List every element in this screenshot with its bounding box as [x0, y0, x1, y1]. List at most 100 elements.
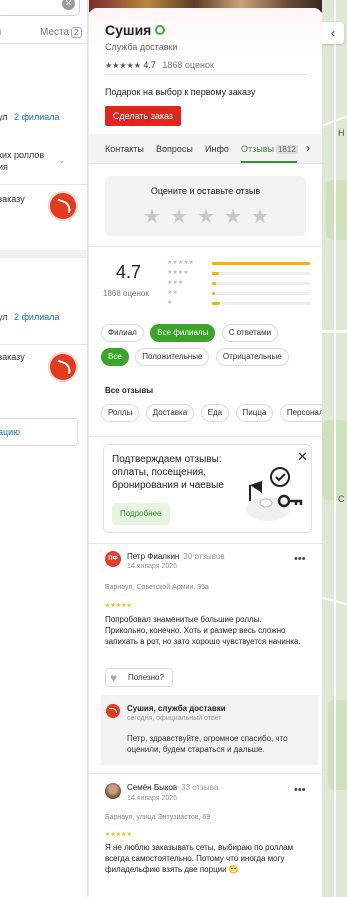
results-tabs: ы Места2	[0, 22, 87, 44]
filter-all[interactable]: Все	[101, 348, 129, 366]
result-2-branches-link[interactable]: 2 филиала	[14, 312, 59, 322]
result-1-desc-2: ия	[0, 162, 8, 172]
summary-count: 1868 оценок	[103, 289, 149, 298]
result-1-address: ул	[0, 112, 8, 122]
divider	[105, 74, 308, 75]
verified-illustration-icon	[246, 467, 303, 521]
branch-filter: Филиал Все филиалы С ответами	[101, 324, 280, 342]
answer-meta: сегодня, официальный ответ	[127, 715, 222, 722]
divider	[89, 246, 322, 247]
collapse-panel-button[interactable]: ‹	[322, 22, 344, 44]
rating-bar-row: ★★	[167, 289, 313, 299]
results-tab-all[interactable]: ы	[0, 27, 1, 38]
reviewer-avatar[interactable]: ПФ	[105, 551, 121, 567]
divider	[0, 250, 87, 258]
result-2-address: ул	[0, 312, 8, 322]
results-tab-places[interactable]: Места 2	[40, 27, 82, 38]
chevron-right-icon[interactable]: ›	[306, 141, 310, 155]
tab-info[interactable]: Инфо	[205, 144, 229, 154]
tab-contacts[interactable]: Контакты	[105, 144, 144, 154]
review-stars: ★★★★★	[105, 603, 132, 609]
org-rating[interactable]: ★★★★★ 4.7 1868 оценок	[105, 60, 214, 70]
rating-bar-row: ★	[167, 299, 313, 309]
filter-positive[interactable]: Положительные	[135, 348, 210, 366]
app-root: ✕ ы Места2 ул 2 филиала ких роллов ия ⌄ …	[0, 0, 347, 897]
promo-text: Подтверждаем отзывы: оплаты, посещения, …	[112, 454, 224, 491]
official-answer: Сушия, служба доставки сегодня, официаль…	[101, 695, 318, 765]
review-date: 14 января 2026	[127, 563, 178, 570]
verified-icon	[155, 25, 166, 35]
rating-bar-stars: ★★★★★	[167, 260, 194, 266]
topic-chip[interactable]: Доставка	[145, 404, 195, 422]
topic-chip[interactable]: Персонал	[279, 404, 322, 422]
rating-distribution: ★★★★★ ★★★★ ★★★ ★★ ★	[167, 259, 313, 309]
heart-icon: ♥	[110, 671, 118, 685]
reviewer-name[interactable]: Семён Быков 33 отзыва	[127, 783, 218, 792]
map-label: С	[338, 494, 345, 504]
rating-bar-fill	[212, 262, 310, 265]
topic-chip[interactable]: Пицца	[235, 404, 274, 422]
rate-prompt: Оцените и оставьте отзыв ★ ★ ★ ★ ★	[105, 176, 306, 236]
useful-label: Полезно?	[128, 673, 164, 682]
answer-author: Сушия, служба доставки	[127, 704, 226, 713]
map-view[interactable]: Н С	[322, 0, 347, 897]
result-2-logo[interactable]	[50, 354, 76, 380]
rating-bar-stars: ★★	[167, 290, 178, 296]
tab-questions[interactable]: Вопросы	[156, 144, 193, 154]
reviewer-review-count: 30 отзывов	[183, 552, 225, 561]
topic-chip[interactable]: Роллы	[101, 404, 140, 422]
divider	[89, 543, 322, 544]
filter-negative[interactable]: Отрицательные	[215, 348, 289, 366]
summary-rating: 4.7	[116, 262, 142, 282]
active-tab-indicator	[241, 161, 297, 163]
star-icon[interactable]: ★	[197, 204, 215, 229]
map-park	[328, 700, 347, 790]
rating-count: 1868 оценок	[162, 60, 214, 70]
filter-with-answers[interactable]: С ответами	[221, 324, 279, 342]
all-reviews-heading: Все отзывы	[105, 386, 154, 395]
star-icon[interactable]: ★	[143, 204, 161, 229]
star-icon[interactable]: ★	[170, 204, 188, 229]
review-date: 14 января 2026	[127, 795, 178, 802]
rating-bar-track	[212, 292, 311, 295]
org-category: Служба доставки	[105, 42, 178, 52]
card-tabs: Контакты Вопросы Инфо Отзывы 1812 ›	[89, 134, 322, 164]
divider	[0, 184, 87, 185]
org-title-text: Сушия	[105, 22, 152, 38]
review-text: Попробовал знаменитые большие роллы. При…	[105, 615, 301, 646]
make-order-button[interactable]: Сделать заказ	[105, 106, 181, 126]
rating-bar-row: ★★★	[167, 279, 313, 289]
tab-reviews-label: Отзывы	[241, 144, 274, 154]
tab-reviews-count: 1812	[275, 145, 298, 154]
rating-bar-row: ★★★★★	[167, 259, 313, 269]
result-1-branches-link[interactable]: 2 филиала	[14, 112, 59, 122]
topic-chip[interactable]: Еда	[200, 404, 230, 422]
promo-gift: Подарок на выбор к первому заказу	[105, 87, 256, 97]
result-1-logo[interactable]	[50, 193, 76, 219]
chevron-down-icon[interactable]: ⌄	[58, 155, 66, 166]
filter-branch[interactable]: Филиал	[101, 324, 144, 342]
star-icon[interactable]: ★	[251, 204, 269, 229]
reviewer-avatar[interactable]	[105, 783, 121, 799]
more-options-icon[interactable]: •••	[294, 553, 306, 565]
map-road	[334, 0, 336, 897]
rating-stars: ★★★★★	[105, 61, 141, 70]
filter-all-branches[interactable]: Все филиалы	[150, 324, 216, 342]
result-2-order: заказу	[0, 352, 25, 362]
reviewer-name[interactable]: Петр Фиалкин 30 отзывов	[127, 552, 225, 561]
result-1-desc: ких роллов	[0, 150, 45, 160]
divider	[89, 773, 322, 774]
useful-button[interactable]: ♥ Полезно?	[105, 668, 173, 687]
more-options-icon[interactable]: •••	[294, 784, 306, 796]
verified-reviews-promo: Подтверждаем отзывы: оплаты, посещения, …	[103, 444, 312, 533]
rating-value: 4.7	[143, 60, 156, 70]
review-branch-address: Барнаул, Советской Армии, 95а	[105, 584, 209, 591]
divider	[0, 344, 87, 345]
rating-bar-row: ★★★★	[167, 269, 313, 279]
results-tab-places-label: Места	[40, 27, 70, 38]
tab-reviews[interactable]: Отзывы 1812	[241, 144, 298, 154]
star-icon[interactable]: ★	[224, 204, 242, 229]
result-bottom-link[interactable]: ацию	[0, 427, 20, 437]
promo-more-button[interactable]: Подробнее	[112, 503, 170, 525]
rating-bar-track	[212, 282, 311, 285]
